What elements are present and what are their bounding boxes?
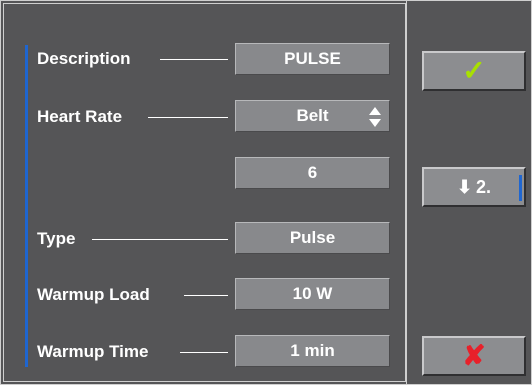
warmup-time-leader [180,352,228,353]
cancel-button[interactable]: ✘ [422,336,526,376]
type-leader [92,239,228,240]
cross-icon: ✘ [462,340,486,371]
next-page-button[interactable]: ⬇ 2. [422,167,526,207]
warmup-load-leader [184,295,228,296]
heart-rate-belt-number-field[interactable]: 6 [235,157,390,189]
panel-divider [406,0,407,385]
type-field[interactable]: Pulse [235,222,390,254]
description-leader [160,59,228,60]
heart-rate-select[interactable]: Belt [235,100,390,132]
type-label: Type [37,229,76,248]
description-label: Description [37,49,131,68]
description-field[interactable]: PULSE [235,43,390,75]
heart-rate-label: Heart Rate [37,107,123,126]
heart-rate-value: Belt [296,106,329,125]
page-indicator-mark [519,175,522,201]
next-page-label: 2. [476,176,492,197]
confirm-button[interactable]: ✓ [422,51,526,91]
warmup-load-field[interactable]: 10 W [235,278,390,310]
heart-rate-leader [148,117,228,118]
warmup-time-label: Warmup Time [37,342,149,361]
check-icon: ✓ [462,55,486,86]
arrow-down-icon: ⬇ [456,176,473,197]
warmup-load-label: Warmup Load [37,285,150,304]
up-down-spinner-icon[interactable] [369,107,381,127]
accent-bar [25,45,28,367]
warmup-time-field[interactable]: 1 min [235,335,390,367]
